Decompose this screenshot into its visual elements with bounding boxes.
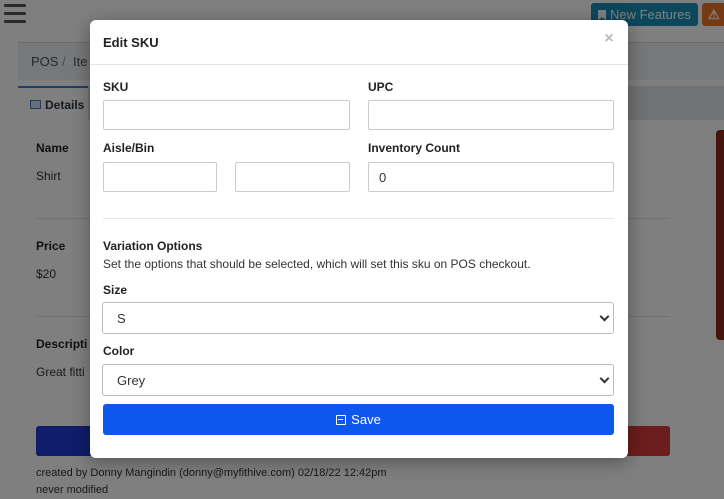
color-selected-value: Grey [117,373,146,388]
chevron-down-icon [599,373,610,384]
bin-input[interactable] [235,162,350,192]
inventory-count-input[interactable] [368,162,614,192]
upc-label: UPC [368,80,394,94]
aisle-bin-label: Aisle/Bin [103,141,155,155]
inventory-count-label: Inventory Count [368,141,460,155]
size-selected-value: S [117,311,126,326]
save-icon [336,415,347,425]
edit-sku-modal: Edit SKU × SKU UPC Aisle/Bin Inventory C… [90,20,628,458]
sku-label: SKU [103,80,129,94]
variation-options-title: Variation Options [103,239,203,253]
color-select[interactable]: Grey [102,364,614,396]
modal-title: Edit SKU [103,35,159,50]
chevron-down-icon [599,311,610,322]
aisle-input[interactable] [103,162,217,192]
size-select[interactable]: S [102,302,614,334]
variation-options-help: Set the options that should be selected,… [103,257,531,271]
close-icon[interactable]: × [602,30,616,48]
size-label: Size [103,283,128,297]
divider [103,218,614,219]
color-label: Color [103,344,135,358]
save-label: Save [351,412,381,427]
sku-input[interactable] [103,100,350,130]
save-button[interactable]: Save [103,404,614,435]
upc-input[interactable] [368,100,614,130]
modal-header: Edit SKU × [90,20,628,65]
